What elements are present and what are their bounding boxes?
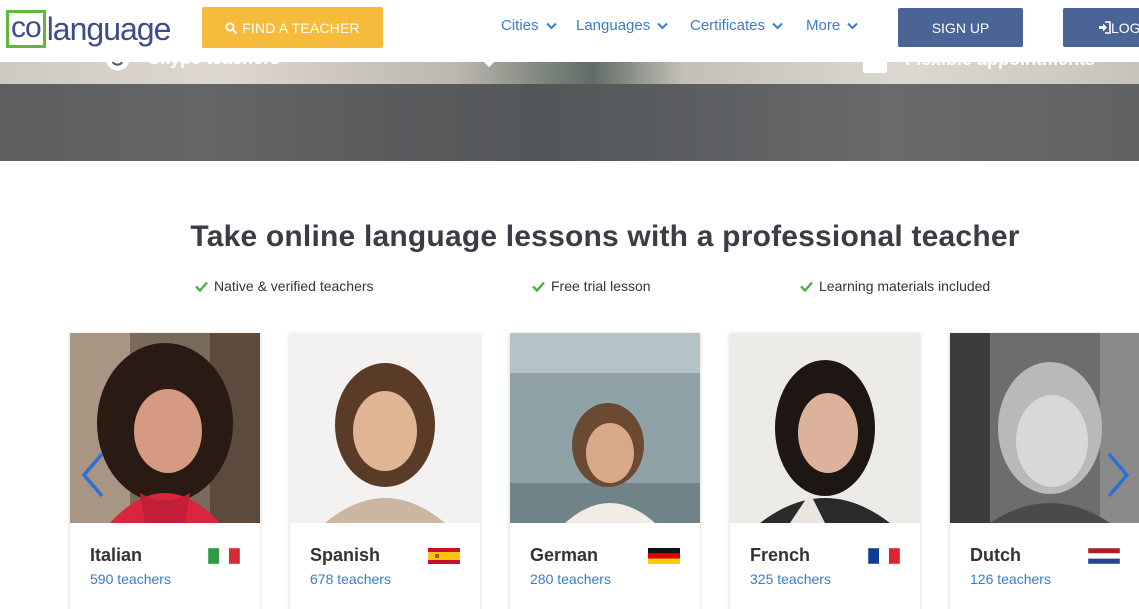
login-button[interactable]: LOG — [1063, 8, 1139, 47]
nav-cities[interactable]: Cities — [501, 17, 557, 34]
logo-box-text: co — [6, 10, 46, 48]
benefit-native-verified: Native & verified teachers — [195, 278, 374, 294]
chevron-down-icon — [545, 22, 557, 29]
chevron-down-icon — [772, 22, 783, 29]
login-icon — [1099, 21, 1111, 34]
nav-cities-label: Cities — [501, 17, 539, 34]
chevron-down-icon — [657, 22, 668, 29]
chevron-down-icon — [847, 22, 858, 29]
carousel-prev-arrow-icon[interactable] — [78, 450, 108, 500]
hero-banner — [0, 62, 1139, 161]
spain-flag-icon — [428, 548, 460, 564]
card-language-name: Spanish — [310, 545, 381, 565]
nav-languages-label: Languages — [576, 17, 651, 34]
logo-text: language — [46, 10, 172, 47]
card-language-name: French — [750, 545, 811, 565]
card-language-name: Dutch — [970, 545, 1021, 565]
italy-flag-icon — [208, 548, 240, 564]
benefit-materials: Learning materials included — [800, 278, 990, 294]
sign-up-label: SIGN UP — [931, 19, 990, 36]
language-card-spanish[interactable]: Spanish 678 teachers — [290, 333, 480, 609]
card-language-name: Italian — [90, 545, 143, 565]
language-card-german[interactable]: German 280 teachers — [510, 333, 700, 609]
login-label: LOG — [1111, 19, 1139, 36]
benefit-label: Learning materials included — [819, 278, 991, 294]
nav-more-label: More — [806, 17, 841, 34]
find-a-teacher-button[interactable]: FIND A TEACHER — [202, 7, 383, 48]
check-icon — [195, 281, 208, 292]
card-language-name: German — [530, 545, 599, 565]
benefit-label: Free trial lesson — [551, 278, 651, 294]
check-icon — [532, 281, 545, 292]
benefit-free-trial: Free trial lesson — [532, 278, 651, 294]
nav-more[interactable]: More — [806, 17, 858, 34]
search-icon — [225, 22, 238, 34]
card-teacher-count[interactable]: 126 teachers — [970, 571, 1051, 587]
logo[interactable]: co language — [6, 9, 172, 49]
carousel-next-arrow-icon[interactable] — [1103, 450, 1133, 500]
nav-certificates[interactable]: Certificates — [690, 17, 783, 34]
card-teacher-count[interactable]: 325 teachers — [750, 571, 831, 587]
teacher-photo — [510, 333, 700, 523]
site-header: co language FIND A TEACHER Cities Langua… — [0, 0, 1139, 62]
feature-bar — [0, 84, 1139, 161]
page-title: Take online language lessons with a prof… — [190, 220, 1020, 253]
netherlands-flag-icon — [1088, 548, 1120, 564]
benefit-label: Native & verified teachers — [214, 278, 374, 294]
card-teacher-count[interactable]: 678 teachers — [310, 571, 391, 587]
teacher-photo — [730, 333, 920, 523]
card-teacher-count[interactable]: 590 teachers — [90, 571, 171, 587]
card-teacher-count[interactable]: 280 teachers — [530, 571, 611, 587]
nav-certificates-label: Certificates — [690, 17, 766, 34]
teacher-photo — [290, 333, 480, 523]
language-card-french[interactable]: French 325 teachers — [730, 333, 920, 609]
germany-flag-icon — [648, 548, 680, 564]
nav-languages[interactable]: Languages — [576, 17, 668, 34]
sign-up-button[interactable]: SIGN UP — [898, 8, 1023, 47]
check-icon — [800, 281, 813, 292]
find-a-teacher-label: FIND A TEACHER — [242, 19, 360, 36]
france-flag-icon — [868, 548, 900, 564]
